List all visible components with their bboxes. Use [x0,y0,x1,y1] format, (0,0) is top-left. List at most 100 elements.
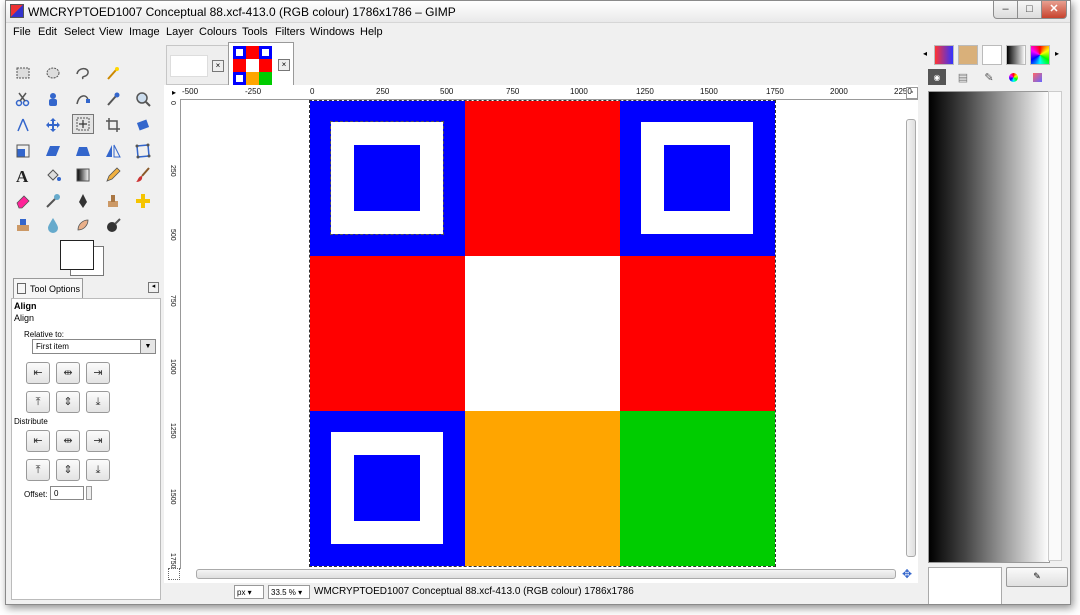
brush-icon[interactable]: ✎ [980,69,998,85]
measure-tool-icon[interactable] [12,115,34,135]
horizontal-scrollbar[interactable] [196,567,896,579]
vertical-ruler[interactable]: 0 250 500 750 1000 1250 1500 1750 [168,99,181,569]
scissors-tool-icon[interactable] [12,89,34,109]
menu-image[interactable]: Image [129,26,160,38]
distribute-top-button[interactable]: ⤒ [26,459,50,481]
ink-tool-icon[interactable] [72,191,94,211]
menu-select[interactable]: Select [64,26,95,38]
paintbrush-tool-icon[interactable] [132,165,154,185]
panel-menu-icon[interactable]: ◂ [148,282,159,293]
tool-options-tab[interactable]: Tool Options [13,278,83,298]
free-select-tool-icon[interactable] [72,63,94,83]
gimp-logo-icon[interactable]: ◉ [928,69,946,85]
airbrush-tool-icon[interactable] [42,191,64,211]
flip-tool-icon[interactable] [102,141,124,161]
clone-tool-icon[interactable] [102,191,124,211]
palettes-tab-icon[interactable] [1030,45,1050,65]
printer-icon[interactable]: ▤ [954,69,972,85]
dock-edit-button[interactable]: ✎ [1006,567,1068,587]
align-top-edge-button[interactable]: ⤒ [26,391,50,413]
menu-filters[interactable]: Filters [275,26,305,38]
distribute-bottom-button[interactable]: ⤓ [86,459,110,481]
paths-tool-icon[interactable] [72,89,94,109]
distribute-left-button[interactable]: ⇤ [26,430,50,452]
menu-edit[interactable]: Edit [38,26,57,38]
gradient-preview[interactable] [928,91,1050,563]
color-wheel-icon[interactable] [1004,69,1022,85]
pattern-icon[interactable] [1028,69,1046,85]
rect-select-tool-icon[interactable] [12,63,34,83]
offset-input[interactable]: 0 [50,486,84,500]
offset-spinner[interactable] [86,486,92,500]
maximize-button[interactable]: □ [1017,1,1042,19]
distribute-right-button[interactable]: ⇥ [86,430,110,452]
ruler-corner-icon[interactable]: ▸ [168,87,180,99]
close-icon[interactable]: × [212,60,224,72]
dock-menu-icon[interactable]: ◂ [923,49,927,58]
distribute-center-horizontal-button[interactable]: ⇹ [56,430,80,452]
patterns-tab-icon[interactable] [934,45,954,65]
gradients-tab-icon[interactable] [1006,45,1026,65]
fuzzy-select-tool-icon[interactable] [102,63,124,83]
shear-tool-icon[interactable] [42,141,64,161]
image-cell-top-left [310,101,465,256]
perspective-clone-tool-icon[interactable] [12,215,34,235]
horizontal-ruler[interactable]: -500 -250 0 250 500 750 1000 1250 1500 1… [180,87,918,100]
crop-tool-icon[interactable] [102,115,124,135]
ellipse-select-tool-icon[interactable] [42,63,64,83]
vertical-scrollbar[interactable] [904,101,916,561]
blur-tool-icon[interactable] [42,215,64,235]
zoom-select[interactable]: 33.5 % ▾ [268,585,310,599]
scale-tool-icon[interactable] [12,141,34,161]
color-picker-tool-icon[interactable] [102,89,124,109]
dock-brush-preview[interactable] [928,567,1002,604]
menu-help[interactable]: Help [360,26,383,38]
paths-tab-icon[interactable] [982,45,1002,65]
image-canvas[interactable] [309,100,776,567]
image-tab-2[interactable]: × [228,42,294,85]
menu-file[interactable]: File [13,26,31,38]
brushes-tab-icon[interactable] [958,45,978,65]
minimize-button[interactable]: – [993,1,1018,19]
color-swatches[interactable] [60,240,110,280]
smudge-tool-icon[interactable] [72,215,94,235]
distribute-middle-vertical-button[interactable]: ⇕ [56,459,80,481]
perspective-tool-icon[interactable] [72,141,94,161]
eraser-tool-icon[interactable] [12,191,34,211]
move-tool-icon[interactable] [42,115,64,135]
menu-tools[interactable]: Tools [242,26,268,38]
pencil-tool-icon[interactable] [102,165,124,185]
rotate-tool-icon[interactable] [132,115,154,135]
vertical-scroll-thumb[interactable] [906,119,916,557]
align-middle-vertical-button[interactable]: ⇕ [56,391,80,413]
text-tool-icon[interactable]: A [12,165,34,185]
dock-vertical-scrollbar[interactable] [1048,91,1062,561]
blend-tool-icon[interactable] [72,165,94,185]
align-left-edge-button[interactable]: ⇤ [26,362,50,384]
menu-colours[interactable]: Colours [199,26,237,38]
relative-to-select[interactable]: First item ▼ [32,339,156,354]
unit-select[interactable]: px ▾ [234,585,264,599]
menu-view[interactable]: View [99,26,123,38]
align-right-edge-button[interactable]: ⇥ [86,362,110,384]
quick-mask-icon[interactable] [168,568,180,580]
foreground-color-swatch[interactable] [60,240,94,270]
bucket-fill-tool-icon[interactable] [42,165,64,185]
close-button[interactable]: ✕ [1041,1,1067,19]
menu-windows[interactable]: Windows [310,26,355,38]
magnify-tool-icon[interactable] [132,89,154,109]
horizontal-scroll-thumb[interactable] [196,569,896,579]
heal-tool-icon[interactable] [132,191,154,211]
close-icon[interactable]: × [278,59,290,71]
chevron-right-icon[interactable]: ▸ [1055,49,1059,58]
align-tool-icon[interactable] [72,114,94,134]
image-tab-1[interactable]: × [166,45,230,85]
dodge-burn-tool-icon[interactable] [102,215,124,235]
foreground-select-tool-icon[interactable] [42,89,64,109]
menu-layer[interactable]: Layer [166,26,194,38]
zoom-toggle-icon[interactable]: ▫ [906,87,918,99]
cage-transform-tool-icon[interactable] [132,141,154,161]
align-center-horizontal-button[interactable]: ⇹ [56,362,80,384]
align-bottom-edge-button[interactable]: ⤓ [86,391,110,413]
navigate-icon[interactable]: ✥ [902,567,912,581]
